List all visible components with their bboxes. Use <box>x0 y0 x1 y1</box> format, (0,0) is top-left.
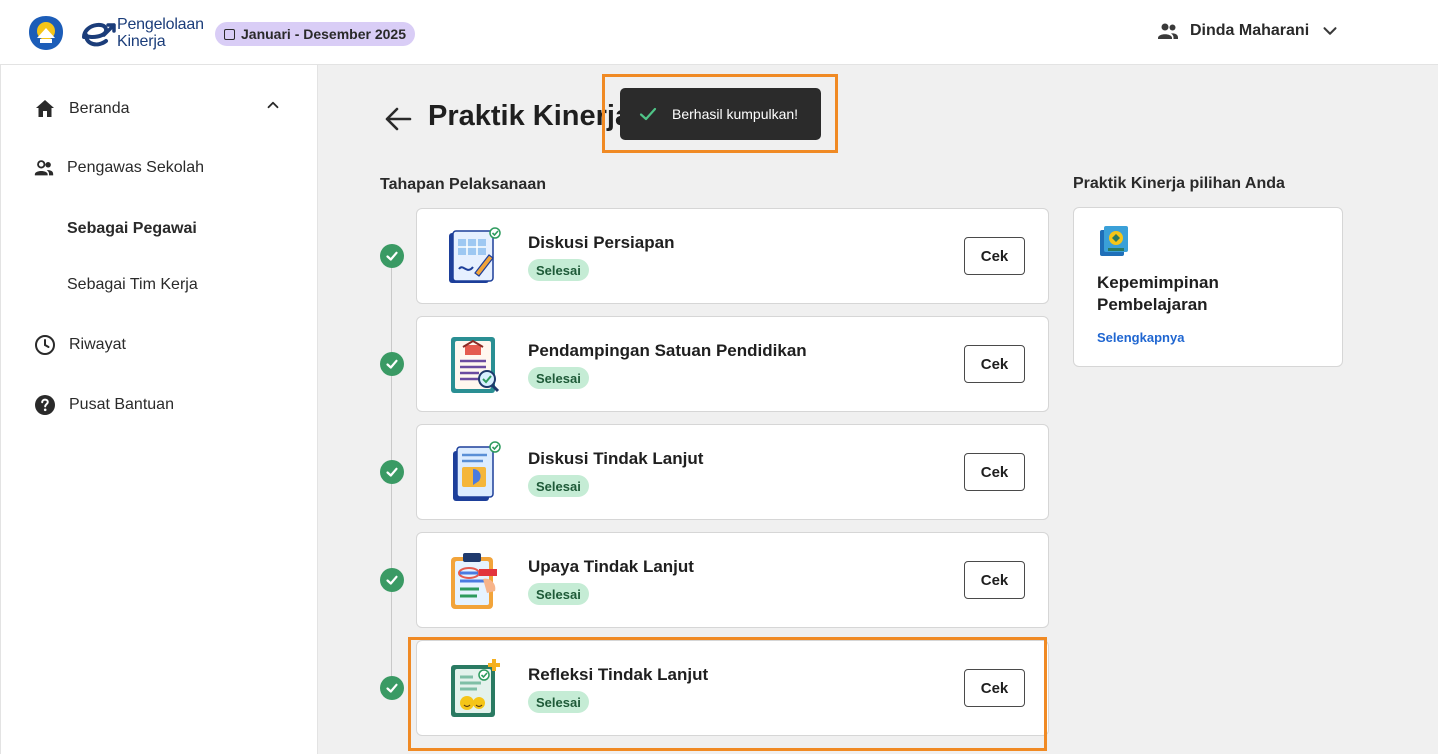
stage-complete-check-icon <box>380 676 404 700</box>
brand-name: Pengelolaan Kinerja <box>117 16 204 50</box>
school-report-illustration-icon <box>451 337 500 393</box>
stage-complete-check-icon <box>380 244 404 268</box>
stage-title: Diskusi Tindak Lanjut <box>528 449 704 468</box>
sidebar-item-riwayat[interactable]: Riwayat <box>33 333 126 357</box>
leadership-book-icon <box>1100 226 1128 256</box>
sidebar-item-label: Beranda <box>69 100 130 117</box>
see-more-link[interactable]: Selengkapnya <box>1097 330 1184 345</box>
cek-button[interactable]: Cek <box>964 345 1025 383</box>
choice-heading: Praktik Kinerja pilihan Anda <box>1073 175 1285 192</box>
toast-message: Berhasil kumpulkan! <box>672 106 799 122</box>
sidebar-item-sebagai-pegawai[interactable]: Sebagai Pegawai <box>67 220 197 238</box>
stage-title: Pendampingan Satuan Pendidikan <box>528 341 807 360</box>
stage-complete-check-icon <box>380 568 404 592</box>
discussion-document-illustration-icon <box>453 441 501 501</box>
user-menu[interactable]: Dinda Maharani <box>1156 19 1341 43</box>
sidebar-item-label: Pengawas Sekolah <box>67 159 204 176</box>
brand-line-1: Pengelolaan <box>117 16 204 33</box>
brand-line-2: Kinerja <box>117 33 166 50</box>
kemendikbud-logo <box>29 16 63 50</box>
stage-card-diskusi-tindak-lanjut: Diskusi Tindak Lanjut Selesai Cek <box>416 424 1049 520</box>
stage-card-upaya-tindak-lanjut: Upaya Tindak Lanjut Selesai Cek <box>416 532 1049 628</box>
back-arrow-icon[interactable] <box>384 105 412 133</box>
chevron-up-icon[interactable] <box>264 96 282 114</box>
status-badge: Selesai <box>528 367 589 389</box>
top-header: Pengelolaan Kinerja Januari - Desember 2… <box>0 0 1438 65</box>
help-icon <box>35 395 55 415</box>
check-icon <box>639 107 657 121</box>
stages-heading: Tahapan Pelaksanaan <box>380 176 546 193</box>
chevron-down-icon <box>1323 27 1337 35</box>
sidebar-item-label: Pusat Bantuan <box>69 396 174 413</box>
page-title: Praktik Kinerja <box>428 100 632 132</box>
people-icon <box>1158 23 1178 39</box>
stage-card-pendampingan-satuan-pendidikan: Pendampingan Satuan Pendidikan Selesai C… <box>416 316 1049 412</box>
success-toast: Berhasil kumpulkan! <box>620 88 821 140</box>
sidebar-item-sebagai-tim-kerja[interactable]: Sebagai Tim Kerja <box>67 276 198 294</box>
calendar-square-icon <box>224 28 235 40</box>
sidebar-item-pusat-bantuan[interactable]: Pusat Bantuan <box>33 393 174 417</box>
cek-button[interactable]: Cek <box>964 561 1025 599</box>
card-highlight-frame <box>408 637 1047 751</box>
stage-complete-check-icon <box>380 352 404 376</box>
stage-card-diskusi-persiapan: Diskusi Persiapan Selesai Cek <box>416 208 1049 304</box>
stage-title: Diskusi Persiapan <box>528 233 675 252</box>
clipboard-plan-illustration-icon <box>451 553 497 609</box>
stage-complete-check-icon <box>380 460 404 484</box>
people-icon <box>34 160 54 176</box>
cek-button[interactable]: Cek <box>964 237 1025 275</box>
period-label: Januari - Desember 2025 <box>241 26 406 42</box>
status-badge: Selesai <box>528 259 589 281</box>
clock-icon <box>35 335 55 355</box>
user-name: Dinda Maharani <box>1190 22 1310 39</box>
cek-button[interactable]: Cek <box>964 453 1025 491</box>
period-chip[interactable]: Januari - Desember 2025 <box>215 22 415 46</box>
home-icon <box>36 100 54 117</box>
status-badge: Selesai <box>528 583 589 605</box>
stage-title: Upaya Tindak Lanjut <box>528 557 694 576</box>
chosen-practice-card: Kepemimpinan Pembelajaran Selengkapnya <box>1073 207 1343 367</box>
sidebar-item-label: Riwayat <box>69 336 126 353</box>
pengelolaan-kinerja-logo-icon <box>82 22 116 47</box>
status-badge: Selesai <box>528 475 589 497</box>
sidebar-item-beranda[interactable]: Beranda <box>33 97 130 121</box>
sidebar-item-pengawas-sekolah[interactable]: Pengawas Sekolah <box>33 157 204 179</box>
practice-name: Kepemimpinan Pembelajaran <box>1097 273 1219 314</box>
document-sign-illustration-icon <box>449 227 501 283</box>
